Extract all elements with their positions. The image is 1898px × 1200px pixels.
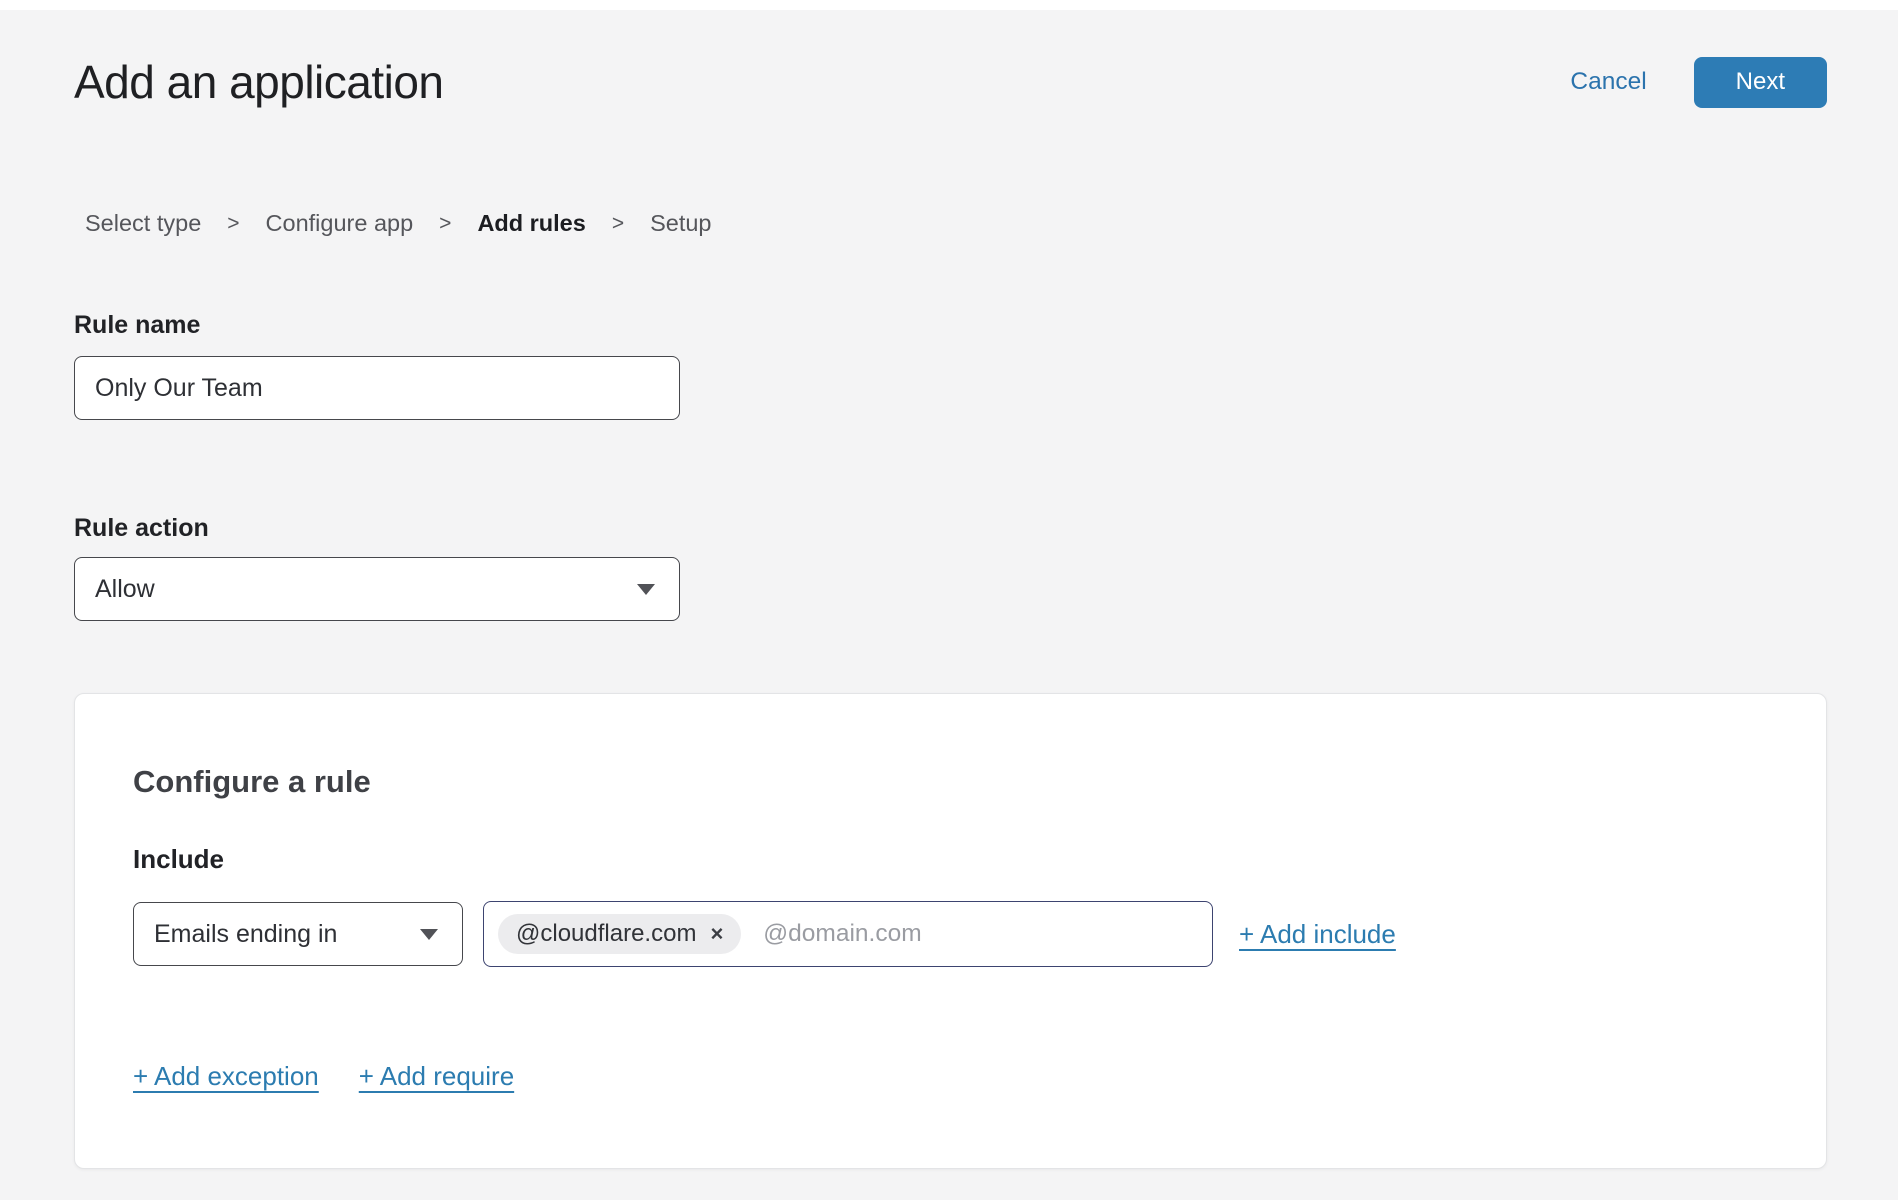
include-selector-value: Emails ending in [154,920,337,949]
next-button[interactable]: Next [1694,57,1827,108]
rule-action-selected-value: Allow [95,575,155,604]
remove-tag-icon[interactable]: × [710,923,723,945]
add-include-link[interactable]: + Add include [1239,919,1396,950]
breadcrumb-separator: > [612,212,624,236]
add-require-link[interactable]: + Add require [359,1061,514,1092]
top-strip [0,0,1898,10]
rule-action-select[interactable]: Allow [74,557,680,621]
page-title: Add an application [74,55,444,109]
email-domain-input[interactable] [763,920,1198,948]
configure-rule-card: Configure a rule Include Emails ending i… [74,693,1827,1169]
include-row: Emails ending in @cloudflare.com × + Add… [133,901,1766,967]
include-selector-select[interactable]: Emails ending in [133,902,463,966]
breadcrumb-step-select-type[interactable]: Select type [85,210,201,237]
card-title: Configure a rule [133,764,1766,800]
add-exception-link[interactable]: + Add exception [133,1061,319,1092]
breadcrumb-separator: > [439,212,451,236]
breadcrumb-step-configure-app[interactable]: Configure app [266,210,414,237]
rule-name-section: Rule name [74,311,1827,420]
rule-action-label: Rule action [74,514,1827,543]
breadcrumb-separator: > [227,212,239,236]
breadcrumb-step-setup[interactable]: Setup [650,210,711,237]
rule-links-row: + Add exception + Add require [133,1061,1766,1092]
rule-action-section: Rule action Allow [74,514,1827,621]
rule-name-input[interactable] [74,356,680,420]
chevron-down-icon [637,584,655,595]
include-label: Include [133,844,1766,875]
rule-name-label: Rule name [74,311,1827,340]
breadcrumb-step-add-rules[interactable]: Add rules [477,210,585,237]
chevron-down-icon [420,929,438,940]
cancel-button[interactable]: Cancel [1570,68,1646,96]
email-domain-tag-label: @cloudflare.com [516,920,696,948]
header-actions: Cancel Next [1570,57,1827,108]
breadcrumb: Select type > Configure app > Add rules … [85,210,1827,237]
email-domain-tag: @cloudflare.com × [498,914,741,954]
page-content: Add an application Cancel Next Select ty… [0,50,1898,1169]
include-value-tag-input[interactable]: @cloudflare.com × [483,901,1213,967]
page-header: Add an application Cancel Next [74,50,1827,114]
